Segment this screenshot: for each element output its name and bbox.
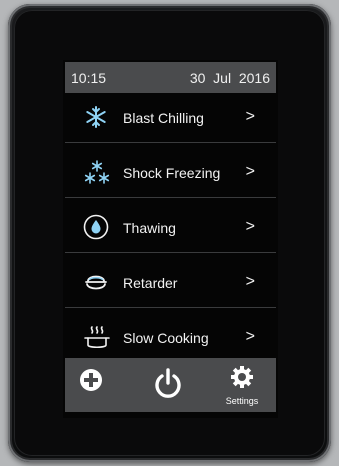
settings-label: Settings (225, 396, 259, 406)
menu-item-slow-cooking[interactable]: Slow Cooking > (65, 322, 276, 363)
dough-bowl-icon (83, 269, 109, 295)
bottom-toolbar: Settings (65, 358, 276, 412)
snowflake-icon (83, 104, 109, 130)
menu-item-thawing[interactable]: Thawing > (65, 212, 276, 253)
chevron-right-icon: > (245, 163, 255, 180)
cooking-pot-icon (83, 324, 110, 350)
chevron-right-icon: > (245, 108, 255, 125)
clock-time: 10:15 (71, 70, 107, 86)
power-icon[interactable] (153, 368, 183, 400)
menu-item-blast-chilling[interactable]: Blast Chilling > (65, 102, 276, 143)
menu-item-label: Slow Cooking (123, 330, 209, 346)
chevron-right-icon: > (245, 218, 255, 235)
touch-screen: 10:15 30 Jul 2016 Blast Chilling > Shock… (63, 60, 278, 418)
menu-item-retarder[interactable]: Retarder > (65, 267, 276, 308)
chevron-right-icon: > (245, 328, 255, 345)
menu-item-label: Shock Freezing (123, 165, 221, 181)
menu-item-label: Retarder (123, 275, 178, 291)
gear-icon (229, 366, 255, 394)
water-drop-icon (83, 214, 109, 240)
menu-item-label: Blast Chilling (123, 110, 204, 126)
multi-snowflake-icon (83, 159, 110, 185)
menu-item-shock-freezing[interactable]: Shock Freezing > (65, 157, 276, 198)
plus-circle-icon[interactable] (79, 368, 103, 392)
chevron-right-icon: > (245, 273, 255, 290)
clock-date: 30 Jul 2016 (189, 70, 270, 86)
program-menu: Blast Chilling > Shock Freezing > Thawin… (65, 102, 276, 377)
menu-item-label: Thawing (123, 220, 176, 236)
status-bar: 10:15 30 Jul 2016 (65, 62, 276, 93)
settings-button[interactable]: Settings (217, 364, 267, 408)
